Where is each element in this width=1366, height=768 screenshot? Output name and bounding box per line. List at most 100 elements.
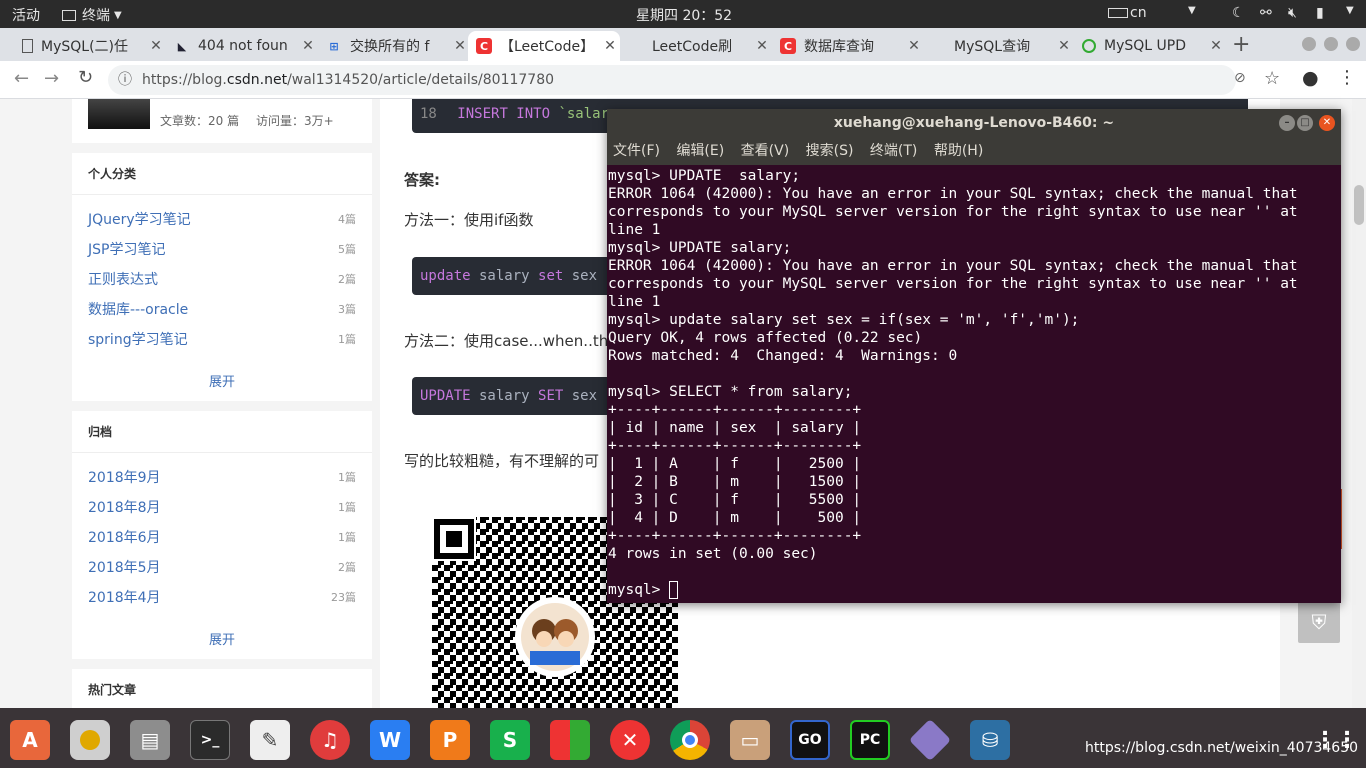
software-center-icon[interactable]: A: [10, 720, 50, 760]
star-icon[interactable]: ☆: [1264, 68, 1280, 89]
archive-link[interactable]: 2018年6月: [88, 527, 161, 547]
ghost-icon: ◣: [177, 39, 187, 53]
terminal-output[interactable]: mysql> UPDATE salary; ERROR 1064 (42000)…: [607, 165, 1341, 601]
category-link[interactable]: JQuery学习笔记: [88, 209, 191, 229]
site-icon: ⊞: [329, 39, 339, 53]
forward-arrow-icon[interactable]: →: [44, 68, 59, 89]
keyboard-icon: [1108, 8, 1128, 18]
chevron-down-icon[interactable]: ▼: [1346, 5, 1354, 16]
archive-count: 1篇: [338, 501, 356, 514]
input-method-indicator[interactable]: cn: [1108, 5, 1147, 21]
pycharm-icon[interactable]: PC: [850, 720, 890, 760]
profile-icon[interactable]: ●: [1302, 67, 1319, 89]
category-link[interactable]: spring学习笔记: [88, 329, 188, 349]
close-icon[interactable]: ✕: [1319, 115, 1335, 131]
category-count: 5篇: [338, 243, 356, 256]
wps-presentation-icon[interactable]: P: [430, 720, 470, 760]
file-manager-icon[interactable]: ▭: [730, 720, 770, 760]
reload-icon[interactable]: ↻: [78, 67, 93, 88]
close-icon[interactable]: ✕: [752, 38, 772, 54]
terminal-window[interactable]: xuehang@xuehang-Lenovo-B460: ~ – □ ✕ 文件(…: [607, 109, 1341, 603]
night-light-icon[interactable]: ☾: [1232, 5, 1245, 21]
minimize-icon[interactable]: [1302, 37, 1316, 51]
avatar[interactable]: [88, 99, 150, 129]
close-icon[interactable]: ✕: [1054, 38, 1074, 54]
terminal-icon[interactable]: >_: [190, 720, 230, 760]
archive-count: 1篇: [338, 531, 356, 544]
tab-3[interactable]: C 【LeetCode】 ✕: [468, 31, 620, 61]
netease-music-icon[interactable]: ♫: [310, 720, 350, 760]
chrome-icon[interactable]: [670, 720, 710, 760]
menu-terminal[interactable]: 终端(T): [870, 143, 917, 159]
close-icon[interactable]: ✕: [298, 38, 318, 54]
tab-6[interactable]: MySQL查询 ✕: [922, 31, 1074, 61]
archive-expand-link[interactable]: 展开: [72, 629, 372, 648]
tab-0[interactable]: MySQL(二)任 ✕: [14, 31, 166, 61]
tab-1[interactable]: ◣ 404 not foun ✕: [166, 31, 318, 61]
categories-expand-link[interactable]: 展开: [72, 371, 372, 390]
close-icon[interactable]: ✕: [1206, 38, 1226, 54]
close-app-icon[interactable]: ✕: [610, 720, 650, 760]
new-tab-button[interactable]: +: [1232, 32, 1250, 57]
maximize-icon[interactable]: □: [1297, 115, 1313, 131]
doc-icon: [22, 39, 33, 53]
maximize-icon[interactable]: [1324, 37, 1338, 51]
method-two-text: 方法二：使用case...when..th: [404, 332, 609, 350]
chevron-down-icon[interactable]: ▼: [1188, 5, 1196, 16]
tab-4[interactable]: LeetCode刷 ✕: [620, 31, 772, 61]
scrollbar-thumb[interactable]: [1354, 185, 1364, 225]
blocked-popup-icon[interactable]: ⊘: [1234, 70, 1246, 86]
close-icon[interactable]: ✕: [904, 38, 924, 54]
closing-text: 写的比较粗糙，有不理解的可: [404, 452, 600, 470]
menu-help[interactable]: 帮助(H): [934, 143, 983, 159]
leetcode-icon: [628, 38, 644, 54]
system-top-bar: 活动 终端 ▼ 星期四 20：52 cn ▼ ☾ ⚯ 🔇︎ ▮ ▼: [0, 0, 1366, 28]
url-field[interactable]: ⓘ https://blog.csdn.net/wal1314520/artic…: [108, 65, 1236, 95]
text-editor-icon[interactable]: ✎: [250, 720, 290, 760]
app-menu[interactable]: 终端 ▼: [62, 5, 122, 25]
archive-link[interactable]: 2018年4月: [88, 587, 161, 607]
vs-icon[interactable]: [908, 718, 952, 762]
category-link[interactable]: 数据库---oracle: [88, 299, 188, 319]
rhythmbox-icon[interactable]: [70, 720, 110, 760]
wps-spreadsheet-icon[interactable]: S: [490, 720, 530, 760]
terminal-titlebar[interactable]: xuehang@xuehang-Lenovo-B460: ~ – □ ✕: [607, 109, 1341, 137]
categories-card: 个人分类 JQuery学习笔记 4篇 JSP学习笔记 5篇 正则表达式 2篇 数…: [72, 153, 372, 401]
site-icon: [1082, 39, 1096, 53]
archive-link[interactable]: 2018年9月: [88, 467, 161, 487]
clock[interactable]: 星期四 20：52: [636, 5, 732, 25]
menu-search[interactable]: 搜索(S): [806, 143, 854, 159]
menu-view[interactable]: 查看(V): [741, 143, 790, 159]
close-icon[interactable]: ✕: [450, 38, 470, 54]
wps-writer-icon[interactable]: W: [370, 720, 410, 760]
category-link[interactable]: 正则表达式: [88, 269, 158, 289]
info-icon[interactable]: ⓘ: [118, 65, 132, 95]
activities-button[interactable]: 活动: [12, 5, 40, 25]
article-count: 文章数：20 篇: [160, 114, 240, 128]
mysql-workbench-icon[interactable]: ⛁: [970, 720, 1010, 760]
office-icon[interactable]: [550, 720, 590, 760]
menu-edit[interactable]: 编辑(E): [676, 143, 724, 159]
volume-icon[interactable]: 🔇︎: [1288, 5, 1297, 21]
network-icon[interactable]: ⚯: [1260, 5, 1272, 21]
tab-5[interactable]: C 数据库查询 ✕: [772, 31, 924, 61]
shield-icon[interactable]: ⛨: [1298, 601, 1340, 643]
close-icon[interactable]: ✕: [600, 38, 620, 54]
files-icon[interactable]: ▤: [130, 720, 170, 760]
category-count: 2篇: [338, 273, 356, 286]
close-icon[interactable]: ✕: [146, 38, 166, 54]
dock: A ▤ >_ ✎ ♫ W P S ✕ ▭ GO PC ⛁ ⋮⋮: [0, 708, 1366, 768]
close-window-icon[interactable]: [1346, 37, 1360, 51]
tab-7[interactable]: MySQL UPD ✕: [1074, 31, 1226, 61]
tab-2[interactable]: ⊞ 交换所有的 f ✕: [318, 31, 470, 61]
terminal-small-icon: [62, 9, 76, 21]
category-link[interactable]: JSP学习笔记: [88, 239, 165, 259]
goland-icon[interactable]: GO: [790, 720, 830, 760]
menu-file[interactable]: 文件(F): [613, 143, 660, 159]
menu-icon[interactable]: ⋮: [1338, 67, 1356, 88]
archive-link[interactable]: 2018年8月: [88, 497, 161, 517]
archive-link[interactable]: 2018年5月: [88, 557, 161, 577]
battery-icon[interactable]: ▮: [1316, 5, 1324, 21]
back-arrow-icon[interactable]: ←: [14, 68, 29, 89]
minimize-icon[interactable]: –: [1279, 115, 1295, 131]
